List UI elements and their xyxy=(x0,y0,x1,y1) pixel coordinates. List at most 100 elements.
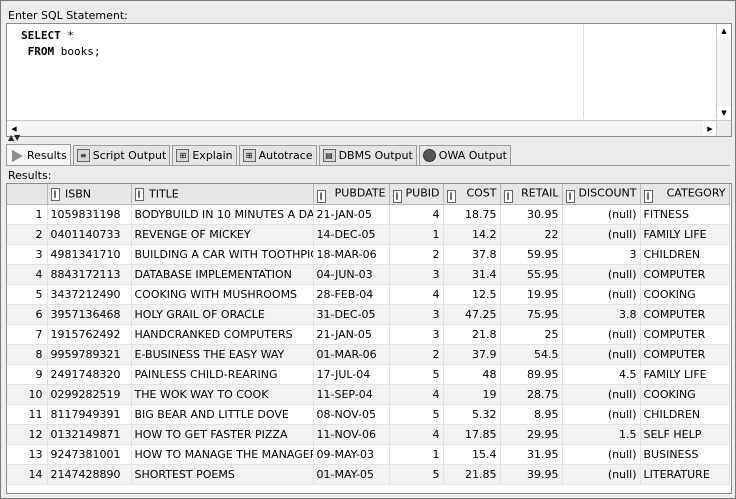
cell-retail[interactable]: 30.95 xyxy=(500,204,563,225)
cell-pubdate[interactable]: 08-NOV-05 xyxy=(313,404,390,425)
cell-title[interactable]: BUILDING A CAR WITH TOOTHPICKS xyxy=(131,244,314,265)
cell-isbn[interactable]: 9247381001 xyxy=(47,444,132,465)
cell-pubid[interactable]: 2 xyxy=(389,244,444,265)
scroll-up-icon[interactable]: ▲ xyxy=(717,24,731,37)
cell-category[interactable]: FAMILY LIFE xyxy=(640,224,730,245)
tab-script-output[interactable]: ≡ Script Output xyxy=(72,145,171,165)
cell-cost[interactable]: 5.32 xyxy=(443,404,501,425)
cell-pubdate[interactable]: 11-NOV-06 xyxy=(313,424,390,445)
tab-dbms-output[interactable]: ▤ DBMS Output xyxy=(318,145,417,165)
scroll-down-icon[interactable]: ▼ xyxy=(717,106,731,119)
cell-cost[interactable]: 18.75 xyxy=(443,204,501,225)
cell-pubid[interactable]: 3 xyxy=(389,324,444,345)
row-number[interactable]: 4 xyxy=(7,264,48,285)
table-row[interactable]: 12 0132149871 HOW TO GET FASTER PIZZA 11-NO… xyxy=(7,424,730,445)
cell-title[interactable]: HOW TO MANAGE THE MANAGER xyxy=(131,444,314,465)
cell-discount[interactable]: (null) xyxy=(562,404,641,425)
cell-category[interactable]: COOKING xyxy=(640,284,730,305)
cell-pubdate[interactable]: 17-JUL-04 xyxy=(313,364,390,385)
cell-pubid[interactable]: 4 xyxy=(389,204,444,225)
table-row[interactable]: 4 8843172113 DATABASE IMPLEMENTATION 04-JUN… xyxy=(7,264,730,285)
column-header-category[interactable]: ‖ CATEGORY xyxy=(640,184,730,205)
cell-discount[interactable]: 3.8 xyxy=(562,304,641,325)
scroll-right-icon[interactable]: ▶ xyxy=(703,122,717,135)
cell-cost[interactable]: 21.85 xyxy=(443,464,501,485)
cell-isbn[interactable]: 1915762492 xyxy=(47,324,132,345)
cell-discount[interactable]: (null) xyxy=(562,224,641,245)
cell-category[interactable]: CHILDREN xyxy=(640,404,730,425)
editor-vertical-scrollbar[interactable]: ▲ ▼ xyxy=(716,24,731,119)
cell-isbn[interactable]: 1059831198 xyxy=(47,204,132,225)
cell-isbn[interactable]: 0401140733 xyxy=(47,224,132,245)
cell-pubid[interactable]: 5 xyxy=(389,464,444,485)
row-number[interactable]: 7 xyxy=(7,324,48,345)
row-number[interactable]: 10 xyxy=(7,384,48,405)
row-number[interactable]: 2 xyxy=(7,224,48,245)
cell-category[interactable]: COOKING xyxy=(640,384,730,405)
cell-title[interactable]: HANDCRANKED COMPUTERS xyxy=(131,324,314,345)
cell-category[interactable]: LITERATURE xyxy=(640,464,730,485)
cell-cost[interactable]: 48 xyxy=(443,364,501,385)
cell-discount[interactable]: (null) xyxy=(562,264,641,285)
cell-isbn[interactable]: 8117949391 xyxy=(47,404,132,425)
row-number[interactable]: 8 xyxy=(7,344,48,365)
cell-pubid[interactable]: 5 xyxy=(389,404,444,425)
column-header-pubid[interactable]: ‖ PUBID xyxy=(389,184,444,205)
cell-pubdate[interactable]: 28-FEB-04 xyxy=(313,284,390,305)
cell-retail[interactable]: 29.95 xyxy=(500,424,563,445)
cell-retail[interactable]: 25 xyxy=(500,324,563,345)
cell-title[interactable]: HOLY GRAIL OF ORACLE xyxy=(131,304,314,325)
column-header-retail[interactable]: ‖ RETAIL xyxy=(500,184,563,205)
cell-pubid[interactable]: 4 xyxy=(389,384,444,405)
cell-discount[interactable]: 3 xyxy=(562,244,641,265)
cell-pubid[interactable]: 2 xyxy=(389,344,444,365)
cell-pubid[interactable]: 4 xyxy=(389,284,444,305)
cell-title[interactable]: HOW TO GET FASTER PIZZA xyxy=(131,424,314,445)
cell-retail[interactable]: 59.95 xyxy=(500,244,563,265)
cell-cost[interactable]: 19 xyxy=(443,384,501,405)
cell-retail[interactable]: 28.75 xyxy=(500,384,563,405)
cell-category[interactable]: CHILDREN xyxy=(640,244,730,265)
column-header-title[interactable]: ‖ TITLE xyxy=(131,184,314,205)
cell-title[interactable]: E-BUSINESS THE EASY WAY xyxy=(131,344,314,365)
cell-discount[interactable]: (null) xyxy=(562,464,641,485)
cell-retail[interactable]: 8.95 xyxy=(500,404,563,425)
splitter-arrows-icon[interactable]: ▲▼ xyxy=(8,134,20,142)
cell-category[interactable]: COMPUTER xyxy=(640,344,730,365)
cell-discount[interactable]: (null) xyxy=(562,324,641,345)
tab-explain[interactable]: ⊞ Explain xyxy=(172,145,237,165)
cell-cost[interactable]: 14.2 xyxy=(443,224,501,245)
cell-category[interactable]: SELF HELP xyxy=(640,424,730,445)
cell-title[interactable]: SHORTEST POEMS xyxy=(131,464,314,485)
cell-isbn[interactable]: 4981341710 xyxy=(47,244,132,265)
cell-category[interactable]: COMPUTER xyxy=(640,304,730,325)
cell-pubid[interactable]: 3 xyxy=(389,264,444,285)
sql-editor[interactable]: SELECT * FROM books; ▲ ▼ ◀ ▶ xyxy=(6,23,732,137)
cell-isbn[interactable]: 8843172113 xyxy=(47,264,132,285)
cell-discount[interactable]: (null) xyxy=(562,384,641,405)
row-number[interactable]: 14 xyxy=(7,464,48,485)
table-row[interactable]: 9 2491748320 PAINLESS CHILD-REARING 17-JUL-… xyxy=(7,364,730,385)
cell-cost[interactable]: 31.4 xyxy=(443,264,501,285)
cell-retail[interactable]: 31.95 xyxy=(500,444,563,465)
table-row[interactable]: 14 2147428890 SHORTEST POEMS 01-MAY-05 5 21.8… xyxy=(7,464,730,485)
cell-pubid[interactable]: 4 xyxy=(389,424,444,445)
cell-pubdate[interactable]: 09-MAY-03 xyxy=(313,444,390,465)
cell-isbn[interactable]: 3437212490 xyxy=(47,284,132,305)
tab-owa-output[interactable]: OWA Output xyxy=(418,145,511,165)
cell-isbn[interactable]: 9959789321 xyxy=(47,344,132,365)
table-row[interactable]: 11 8117949391 BIG BEAR AND LITTLE DOVE 08-N… xyxy=(7,404,730,425)
table-row[interactable]: 1 1059831198 BODYBUILD IN 10 MINUTES A DAY… xyxy=(7,204,730,225)
cell-title[interactable]: THE WOK WAY TO COOK xyxy=(131,384,314,405)
cell-cost[interactable]: 37.8 xyxy=(443,244,501,265)
cell-retail[interactable]: 39.95 xyxy=(500,464,563,485)
cell-pubid[interactable]: 3 xyxy=(389,304,444,325)
cell-isbn[interactable]: 2491748320 xyxy=(47,364,132,385)
cell-retail[interactable]: 19.95 xyxy=(500,284,563,305)
cell-pubid[interactable]: 5 xyxy=(389,364,444,385)
table-row[interactable]: 6 3957136468 HOLY GRAIL OF ORACLE 31-DEC-05… xyxy=(7,304,730,325)
cell-discount[interactable]: 1.5 xyxy=(562,424,641,445)
cell-cost[interactable]: 47.25 xyxy=(443,304,501,325)
cell-pubdate[interactable]: 21-JAN-05 xyxy=(313,324,390,345)
cell-title[interactable]: PAINLESS CHILD-REARING xyxy=(131,364,314,385)
